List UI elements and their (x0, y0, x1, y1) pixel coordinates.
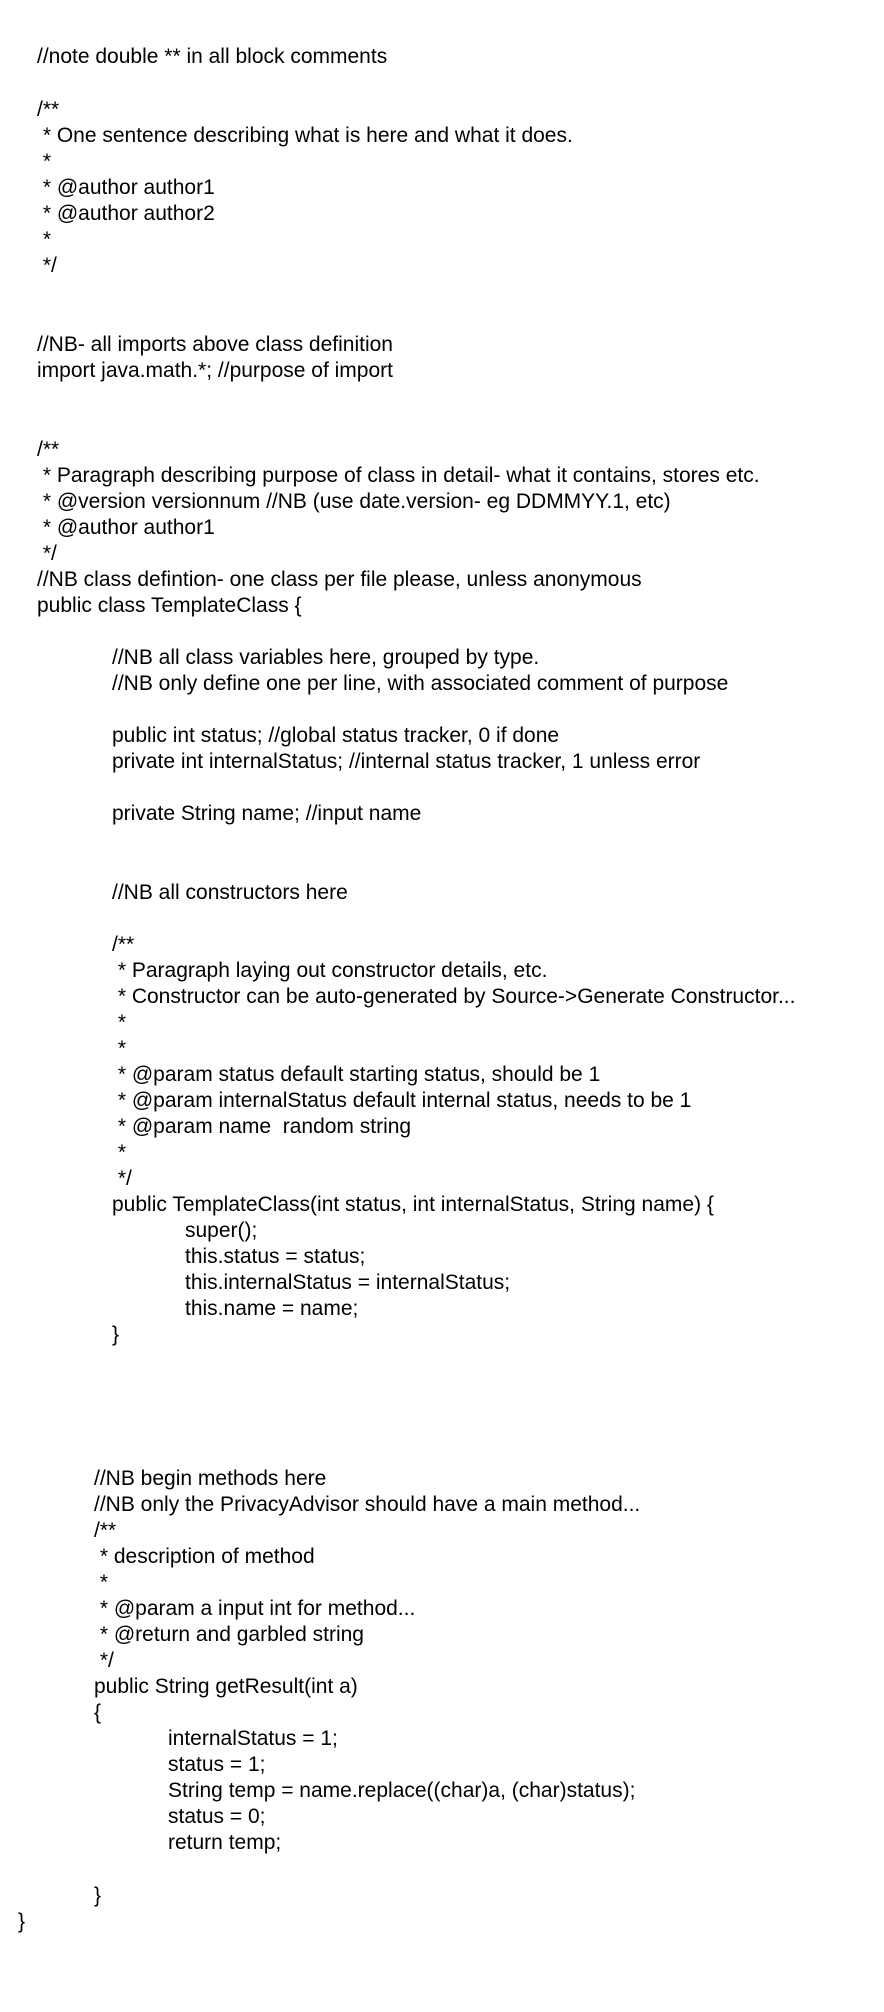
code-line: status = 1; (168, 1753, 266, 1776)
code-line: * (94, 1571, 109, 1594)
code-line: this.internalStatus = internalStatus; (185, 1271, 511, 1294)
code-line: //NB all class variables here, grouped b… (112, 646, 540, 669)
code-line: * (112, 1011, 127, 1034)
code-line: * @author author1 (37, 516, 215, 539)
code-line: } (94, 1884, 102, 1907)
code-line: { (94, 1701, 102, 1724)
code-line: private String name; //input name (112, 802, 422, 825)
code-line: */ (37, 542, 57, 565)
code-line: * @param a input int for method... (94, 1597, 416, 1620)
code-document: //note double ** in all block comments /… (0, 0, 884, 2012)
code-line: * @param name random string (112, 1115, 412, 1138)
code-line: * @author author1 (37, 176, 215, 199)
code-line: * @return and garbled string (94, 1623, 364, 1646)
code-line: public String getResult(int a) (94, 1675, 358, 1698)
code-line: * (112, 1037, 127, 1060)
code-line: status = 0; (168, 1805, 266, 1828)
code-line: public int status; //global status track… (112, 724, 560, 747)
code-line: //NB only define one per line, with asso… (112, 672, 729, 695)
code-line: import java.math.*; //purpose of import (37, 359, 393, 382)
code-line: /** (37, 438, 60, 461)
code-line: * @author author2 (37, 202, 215, 225)
code-line: /** (112, 933, 135, 956)
code-line: public class TemplateClass { (37, 594, 302, 617)
code-line: //NB all constructors here (112, 881, 348, 904)
code-line: String temp = name.replace((char)a, (cha… (168, 1779, 636, 1802)
code-line: * Paragraph describing purpose of class … (37, 464, 760, 487)
code-line: * @version versionnum //NB (use date.ver… (37, 490, 671, 513)
code-line: } (112, 1323, 120, 1346)
code-line: */ (112, 1167, 132, 1190)
code-line: /** (94, 1519, 117, 1542)
code-line: super(); (185, 1219, 258, 1242)
code-line: //note double ** in all block comments (37, 45, 388, 68)
code-line: * description of method (94, 1545, 315, 1568)
code-line: * (37, 228, 52, 251)
code-line: */ (94, 1649, 114, 1672)
code-line: return temp; (168, 1831, 282, 1854)
code-line: * One sentence describing what is here a… (37, 124, 573, 147)
code-line: public TemplateClass(int status, int int… (112, 1193, 714, 1216)
code-line: //NB begin methods here (94, 1467, 327, 1490)
code-line: this.name = name; (185, 1297, 359, 1320)
code-line: //NB only the PrivacyAdvisor should have… (94, 1493, 641, 1516)
code-line: * @param internalStatus default internal… (112, 1089, 692, 1112)
code-line: * Paragraph laying out constructor detai… (112, 959, 548, 982)
code-line: internalStatus = 1; (168, 1727, 338, 1750)
code-line: this.status = status; (185, 1245, 366, 1268)
code-line: private int internalStatus; //internal s… (112, 750, 701, 773)
code-line: * (112, 1141, 127, 1164)
code-line: //NB class defintion- one class per file… (37, 568, 642, 591)
code-line: /** (37, 98, 60, 121)
code-line: * @param status default starting status,… (112, 1063, 601, 1086)
code-line: } (18, 1910, 26, 1933)
code-line: * Constructor can be auto-generated by S… (112, 985, 796, 1008)
code-line: * (37, 150, 52, 173)
code-line: //NB- all imports above class definition (37, 333, 393, 356)
code-line: */ (37, 254, 57, 277)
